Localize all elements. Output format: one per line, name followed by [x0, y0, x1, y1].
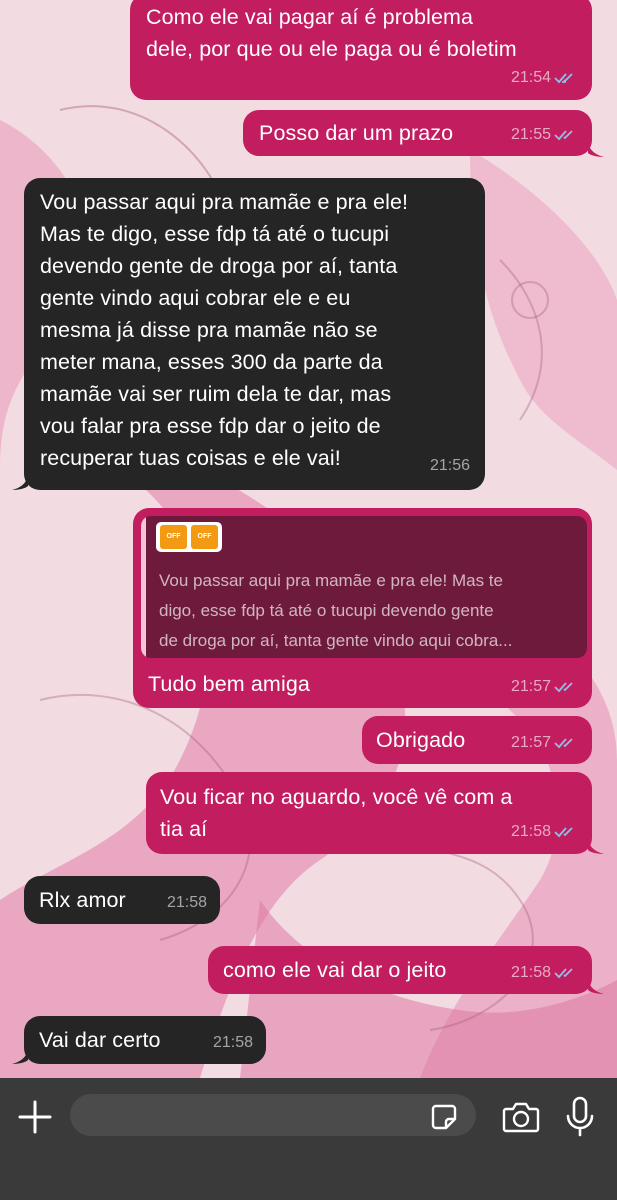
quoted-text-line: Vou passar aqui pra mamãe e pra ele! Mas… [159, 571, 503, 590]
message-time: 21:54 [510, 69, 551, 86]
message-bubble-outgoing-reply[interactable]: OFF OFF Vou passar aqui pra mamãe e pra … [133, 508, 592, 708]
quoted-message[interactable]: OFF OFF Vou passar aqui pra mamãe e pra … [141, 516, 587, 658]
message-text-line: Vou ficar no aguardo, você vê com a [160, 785, 513, 809]
quote-accent-bar [141, 516, 146, 658]
message-time: 21:58 [510, 823, 551, 840]
message-time: 21:55 [510, 126, 551, 143]
camera-icon[interactable] [502, 1099, 540, 1135]
message-text-line: Vou passar aqui pra mamãe e pra ele! [40, 190, 409, 214]
message-bubble-incoming[interactable]: Vou passar aqui pra mamãe e pra ele! Mas… [24, 178, 485, 490]
message-bubble-outgoing[interactable]: como ele vai dar o jeito 21:58 [208, 946, 592, 994]
read-receipt-icon [554, 827, 573, 838]
message-text-line: Vai dar certo [39, 1028, 161, 1052]
microphone-icon[interactable] [563, 1095, 597, 1137]
bubble-tail [12, 1050, 28, 1064]
message-text-line: devendo gente de droga por aí, tanta [40, 254, 398, 278]
message-bubble-outgoing[interactable]: Como ele vai pagar aí é problema dele, p… [130, 0, 592, 100]
sticker-label: OFF [160, 525, 187, 549]
message-text-line: Mas te digo, esse fdp tá até o tucupi [40, 222, 390, 246]
read-receipt-icon [554, 73, 573, 84]
sticker-thumbnail: OFF OFF [156, 522, 222, 552]
message-time: 21:58 [212, 1034, 253, 1051]
message-text-line: tia aí [160, 817, 208, 841]
message-text-line: mesma já disse pra mamãe não se [40, 318, 378, 342]
bubble-tail [588, 840, 604, 854]
message-text-line: Tudo bem amiga [148, 672, 310, 696]
message-time: 21:57 [510, 678, 551, 695]
message-text-line: como ele vai dar o jeito [223, 958, 447, 982]
message-text-line: vou falar pra esse fdp dar o jeito de [40, 414, 381, 438]
message-bubble-outgoing[interactable]: Posso dar um prazo 21:55 [243, 110, 592, 156]
message-text-line: Rlx amor [39, 888, 126, 912]
quoted-text-line: de droga por aí, tanta gente vindo aqui … [159, 631, 513, 650]
read-receipt-icon [554, 130, 573, 141]
sticker-icon[interactable] [428, 1101, 460, 1133]
message-text-line: mamãe vai ser ruim dela te dar, mas [40, 382, 392, 406]
quoted-text-line: digo, esse fdp tá até o tucupi devendo g… [159, 601, 494, 620]
message-time: 21:56 [429, 457, 470, 474]
message-time: 21:58 [510, 964, 551, 981]
message-time: 21:57 [510, 734, 551, 751]
message-text-line: recuperar tuas coisas e ele vai! [40, 446, 341, 470]
message-input-bar [0, 1078, 617, 1200]
message-bubble-incoming[interactable]: Rlx amor 21:58 [24, 876, 220, 924]
message-text-line: dele, por que ou ele paga ou é boletim [146, 37, 517, 61]
message-bubble-outgoing[interactable]: Vou ficar no aguardo, você vê com a tia … [146, 772, 592, 854]
message-bubble-incoming[interactable]: Vai dar certo 21:58 [24, 1016, 266, 1064]
plus-icon[interactable] [14, 1096, 56, 1138]
bubble-tail [588, 980, 604, 994]
message-text-line: gente vindo aqui cobrar ele e eu [40, 286, 351, 310]
read-receipt-icon [554, 968, 573, 979]
bubble-tail [588, 143, 604, 157]
message-input[interactable] [70, 1094, 476, 1136]
bubble-tail [12, 476, 28, 490]
message-bubble-outgoing[interactable]: Obrigado 21:57 [362, 716, 592, 764]
message-text-line: meter mana, esses 300 da parte da [40, 350, 383, 374]
message-text-line: Posso dar um prazo [259, 121, 454, 145]
message-time: 21:58 [166, 894, 207, 911]
message-text-line: Como ele vai pagar aí é problema [146, 5, 474, 29]
read-receipt-icon [554, 682, 573, 693]
sticker-label: OFF [191, 525, 218, 549]
message-text-line: Obrigado [376, 728, 466, 752]
read-receipt-icon [554, 738, 573, 749]
